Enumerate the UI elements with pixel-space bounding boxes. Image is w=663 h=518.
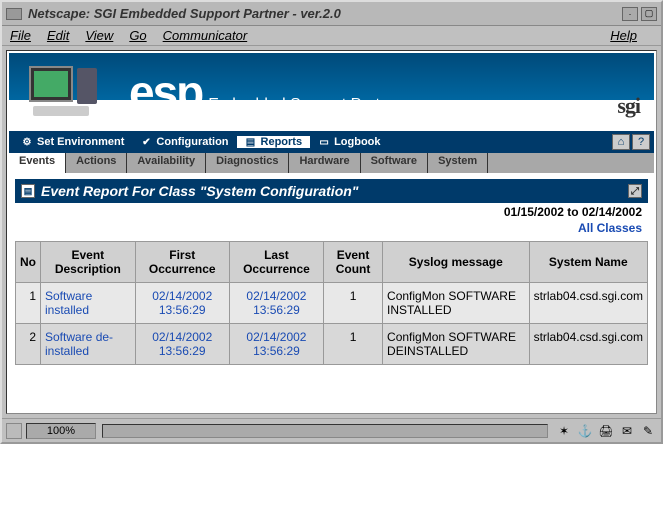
nav-reports[interactable]: ▤ Reports bbox=[237, 136, 311, 148]
tray-icon[interactable]: 🖨 bbox=[597, 423, 615, 439]
titlebar: Netscape: SGI Embedded Support Partner -… bbox=[2, 2, 661, 26]
sgi-brand: sgi bbox=[617, 93, 640, 119]
menu-go[interactable]: Go bbox=[129, 28, 146, 43]
report-header: ▤ Event Report For Class "System Configu… bbox=[15, 179, 648, 203]
maximize-button[interactable]: ▢ bbox=[641, 7, 657, 21]
expand-icon[interactable]: ⤢ bbox=[628, 184, 642, 198]
cell-last[interactable]: 02/14/2002 13:56:29 bbox=[229, 324, 323, 365]
col-first: First Occurrence bbox=[135, 242, 229, 283]
menu-communicator[interactable]: Communicator bbox=[163, 28, 248, 43]
home-button[interactable]: ⌂ bbox=[612, 134, 630, 150]
tab-events[interactable]: Events bbox=[9, 153, 66, 173]
content-area: esp Embedded Support Partner sgi ⚙ Set E… bbox=[6, 50, 657, 414]
report-panel: ▤ Event Report For Class "System Configu… bbox=[9, 173, 654, 411]
col-syslog: Syslog message bbox=[383, 242, 530, 283]
tray-icon[interactable]: ✎ bbox=[639, 423, 657, 439]
browser-window: Netscape: SGI Embedded Support Partner -… bbox=[0, 0, 663, 444]
menu-view[interactable]: View bbox=[85, 28, 113, 43]
primary-nav: ⚙ Set Environment ✔ Configuration ▤ Repo… bbox=[9, 131, 654, 153]
system-menu-icon[interactable] bbox=[6, 8, 22, 20]
cell-last[interactable]: 02/14/2002 13:56:29 bbox=[229, 283, 323, 324]
status-icon[interactable] bbox=[6, 423, 22, 439]
cell-system: strlab04.csd.sgi.com bbox=[529, 324, 647, 365]
tab-software[interactable]: Software bbox=[361, 153, 428, 173]
cell-syslog: ConfigMon SOFTWARE INSTALLED bbox=[383, 283, 530, 324]
col-last: Last Occurrence bbox=[229, 242, 323, 283]
report-icon: ▤ bbox=[245, 136, 257, 148]
cell-count: 1 bbox=[324, 324, 383, 365]
nav-logbook[interactable]: ▭ Logbook bbox=[310, 136, 388, 148]
nav-logbook-label: Logbook bbox=[334, 136, 380, 148]
menu-edit[interactable]: Edit bbox=[47, 28, 69, 43]
check-icon: ✔ bbox=[140, 136, 152, 148]
all-classes-link[interactable]: All Classes bbox=[578, 221, 642, 235]
date-range: 01/15/2002 to 02/14/2002 bbox=[15, 203, 648, 221]
table-row: 2 Software de-installed 02/14/2002 13:56… bbox=[16, 324, 648, 365]
cell-system: strlab04.csd.sgi.com bbox=[529, 283, 647, 324]
banner: esp Embedded Support Partner sgi bbox=[9, 53, 654, 131]
help-button[interactable]: ? bbox=[632, 134, 650, 150]
banner-subtitle: Embedded Support Partner bbox=[208, 96, 403, 114]
tab-actions[interactable]: Actions bbox=[66, 153, 127, 173]
nav-reports-label: Reports bbox=[261, 136, 303, 148]
zoom-level[interactable]: 100% bbox=[26, 423, 96, 439]
nav-configuration-label: Configuration bbox=[156, 136, 228, 148]
nav-set-environment[interactable]: ⚙ Set Environment bbox=[13, 136, 132, 148]
col-no: No bbox=[16, 242, 41, 283]
nav-set-environment-label: Set Environment bbox=[37, 136, 124, 148]
tab-system[interactable]: System bbox=[428, 153, 488, 173]
tray-icon[interactable]: ✉ bbox=[618, 423, 636, 439]
book-icon: ▭ bbox=[318, 136, 330, 148]
cell-first[interactable]: 02/14/2002 13:56:29 bbox=[135, 283, 229, 324]
menubar: File Edit View Go Communicator Help bbox=[2, 26, 661, 46]
esp-logo: esp bbox=[129, 66, 202, 118]
cell-desc[interactable]: Software de-installed bbox=[41, 324, 136, 365]
table-row: 1 Software installed 02/14/2002 13:56:29… bbox=[16, 283, 648, 324]
cell-no: 2 bbox=[16, 324, 41, 365]
tab-diagnostics[interactable]: Diagnostics bbox=[206, 153, 289, 173]
cell-syslog: ConfigMon SOFTWARE DEINSTALLED bbox=[383, 324, 530, 365]
col-desc: Event Description bbox=[41, 242, 136, 283]
tab-hardware[interactable]: Hardware bbox=[289, 153, 360, 173]
gear-icon: ⚙ bbox=[21, 136, 33, 148]
tray-icon[interactable]: ✶ bbox=[555, 423, 573, 439]
menu-help[interactable]: Help bbox=[610, 28, 637, 43]
status-message-area bbox=[102, 424, 548, 438]
nav-configuration[interactable]: ✔ Configuration bbox=[132, 136, 236, 148]
cell-desc[interactable]: Software installed bbox=[41, 283, 136, 324]
window-title: Netscape: SGI Embedded Support Partner -… bbox=[28, 6, 619, 21]
cell-first[interactable]: 02/14/2002 13:56:29 bbox=[135, 324, 229, 365]
tab-availability[interactable]: Availability bbox=[127, 153, 206, 173]
cell-count: 1 bbox=[324, 283, 383, 324]
secondary-nav: Events Actions Availability Diagnostics … bbox=[9, 153, 654, 173]
report-title: Event Report For Class "System Configura… bbox=[41, 183, 358, 199]
report-header-icon: ▤ bbox=[21, 184, 35, 198]
cell-no: 1 bbox=[16, 283, 41, 324]
col-count: Event Count bbox=[324, 242, 383, 283]
event-table: No Event Description First Occurrence La… bbox=[15, 241, 648, 365]
statusbar: 100% ✶ ⚓ 🖨 ✉ ✎ bbox=[2, 418, 661, 442]
col-system: System Name bbox=[529, 242, 647, 283]
computer-graphic-icon bbox=[19, 62, 119, 122]
menu-file[interactable]: File bbox=[10, 28, 31, 43]
minimize-button[interactable]: · bbox=[622, 7, 638, 21]
tray-icon[interactable]: ⚓ bbox=[576, 423, 594, 439]
